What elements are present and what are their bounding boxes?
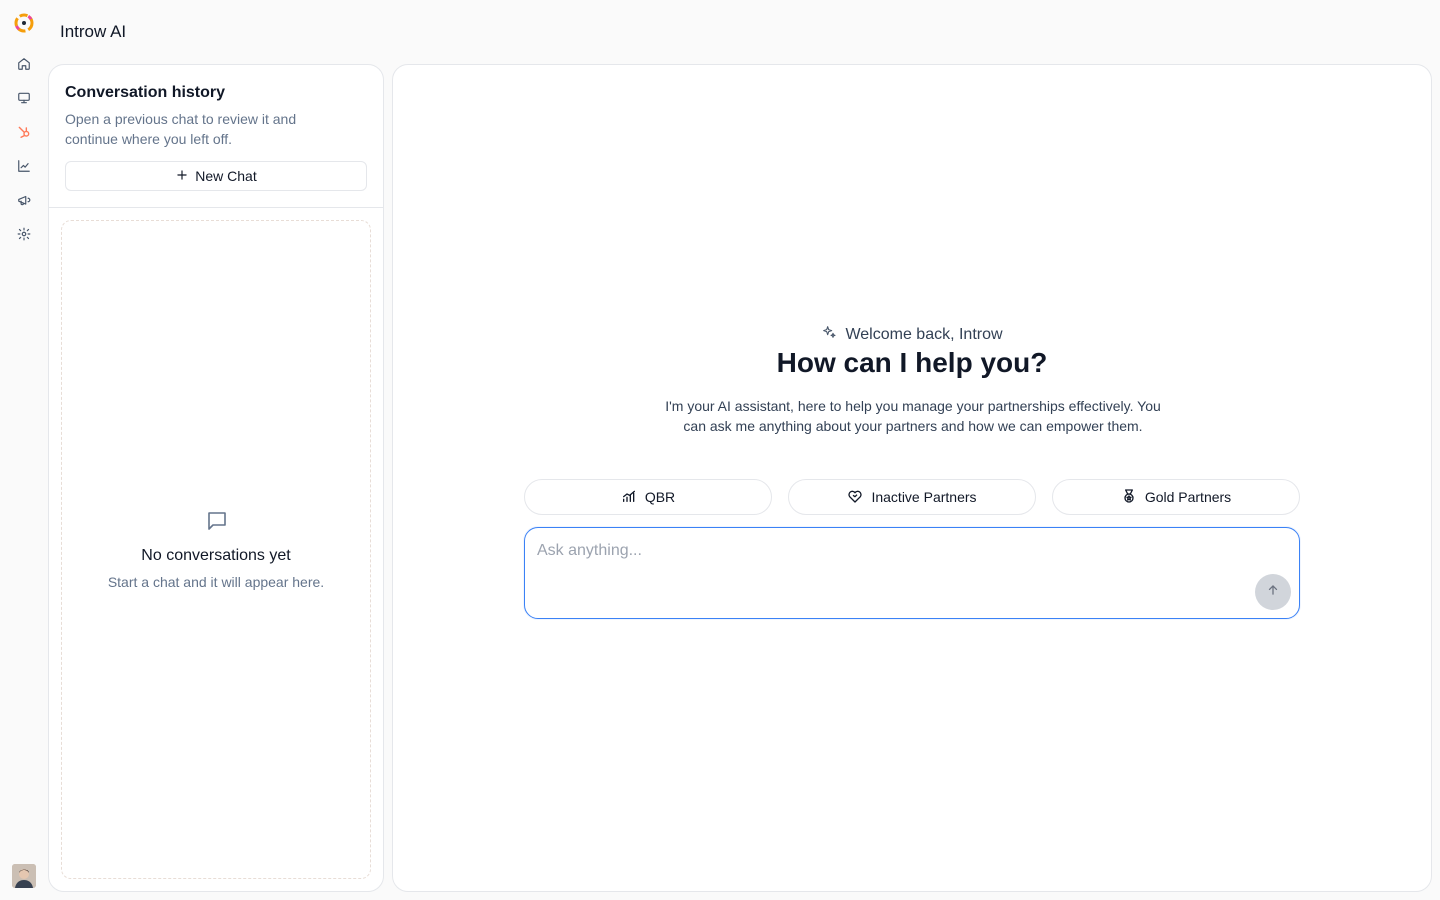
welcome-text: Welcome back, Introw xyxy=(845,325,1003,343)
medal-icon xyxy=(1121,488,1137,507)
chat-input[interactable] xyxy=(537,542,1237,582)
welcome-line: Welcome back, Introw xyxy=(393,324,1431,345)
suggestion-gold-partners[interactable]: Gold Partners xyxy=(1052,479,1300,515)
headline: How can I help you? xyxy=(776,347,1048,378)
app-title: Introw AI xyxy=(60,22,127,41)
home-icon[interactable] xyxy=(14,54,34,74)
megaphone-icon[interactable] xyxy=(14,190,34,210)
intro-text: I'm your AI assistant, here to help you … xyxy=(665,398,1161,434)
chart-line-icon[interactable] xyxy=(14,156,34,176)
sparkles-icon xyxy=(821,324,837,345)
heart-handshake-icon xyxy=(847,488,863,507)
hubspot-icon[interactable] xyxy=(14,122,34,142)
empty-subtitle: Start a chat and it will appear here. xyxy=(107,574,325,590)
plus-icon xyxy=(175,168,189,185)
empty-title: No conversations yet xyxy=(141,547,291,564)
user-avatar[interactable] xyxy=(12,864,36,888)
message-square-icon xyxy=(205,509,229,533)
chat-panel: Welcome back, Introw How can I help you?… xyxy=(392,64,1432,892)
empty-state: No conversations yet Start a chat and it… xyxy=(61,220,371,879)
new-chat-label: New Chat xyxy=(195,168,257,184)
divider xyxy=(49,207,383,208)
conversation-history-panel: Conversation history Open a previous cha… xyxy=(48,64,384,892)
chat-composer xyxy=(524,527,1300,619)
left-rail xyxy=(0,0,48,900)
suggestion-inactive-partners[interactable]: Inactive Partners xyxy=(788,479,1036,515)
suggestion-qbr[interactable]: QBR xyxy=(524,479,772,515)
send-button[interactable] xyxy=(1255,574,1291,610)
suggestion-label: Gold Partners xyxy=(1144,489,1232,505)
suggestion-label: Inactive Partners xyxy=(871,489,977,505)
history-title: Conversation history xyxy=(65,84,226,101)
suggestion-label: QBR xyxy=(644,489,676,505)
new-chat-button[interactable]: New Chat xyxy=(65,161,367,191)
monitor-icon[interactable] xyxy=(14,88,34,108)
gear-icon[interactable] xyxy=(14,224,34,244)
history-subtitle: Open a previous chat to review it and co… xyxy=(65,111,297,147)
arrow-up-icon xyxy=(1266,583,1280,602)
app-logo[interactable] xyxy=(12,11,36,35)
chart-bars-icon xyxy=(621,488,637,507)
